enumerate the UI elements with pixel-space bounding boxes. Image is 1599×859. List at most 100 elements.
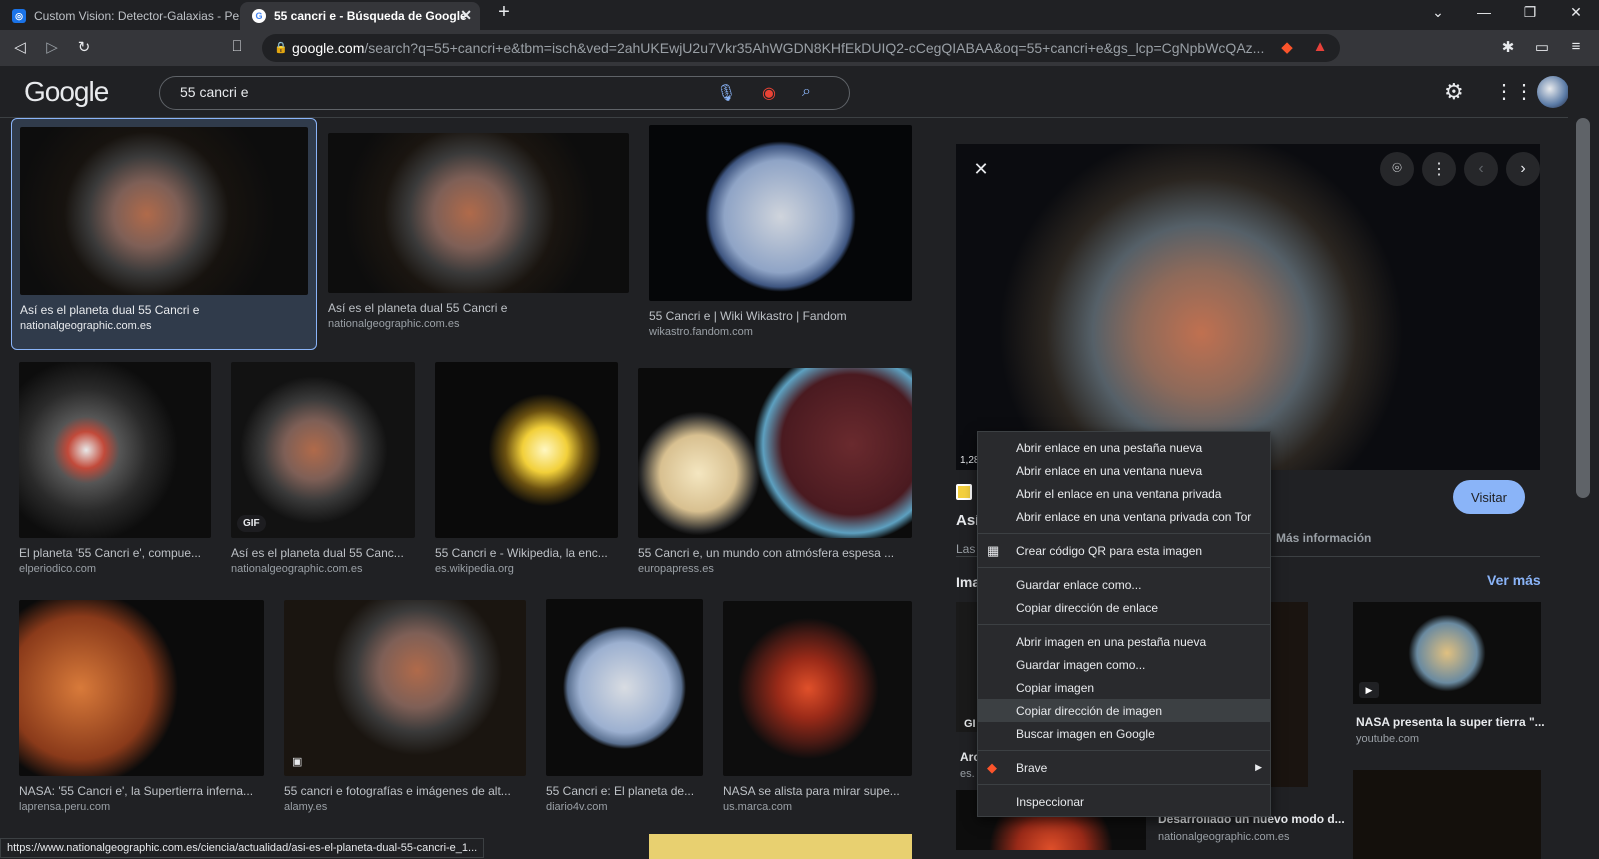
- result-title[interactable]: El planeta '55 Cancri e', compue...: [19, 546, 211, 560]
- menu-inspect[interactable]: Inspeccionar: [978, 790, 1270, 813]
- lens-icon[interactable]: ◉: [762, 83, 776, 103]
- menu-icon[interactable]: ≡: [1566, 38, 1586, 55]
- related-image[interactable]: [1353, 770, 1541, 859]
- menu-open-link-tor-window[interactable]: Abrir enlace en una ventana privada con …: [978, 505, 1270, 528]
- result-card[interactable]: NASA: '55 Cancri e', la Supertierra infe…: [19, 600, 264, 813]
- result-card[interactable]: 55 Cancri e, un mundo con atmósfera espe…: [638, 368, 912, 575]
- maximize-icon[interactable]: ❐: [1518, 4, 1542, 21]
- bookmark-icon[interactable]: ⎕: [227, 38, 247, 55]
- close-tab-icon[interactable]: ✕: [460, 7, 472, 24]
- result-title[interactable]: 55 Cancri e - Wikipedia, la enc...: [435, 546, 618, 560]
- more-info-link[interactable]: Más información: [1276, 531, 1371, 545]
- result-title[interactable]: 55 Cancri e: El planeta de...: [546, 784, 703, 798]
- result-source[interactable]: europapress.es: [638, 563, 912, 575]
- menu-copy-image[interactable]: Copiar imagen: [978, 676, 1270, 699]
- scrollbar-thumb[interactable]: [1576, 118, 1590, 498]
- result-title[interactable]: 55 Cancri e, un mundo con atmósfera espe…: [638, 546, 912, 560]
- settings-icon[interactable]: ⚙: [1444, 79, 1464, 105]
- page-scrollbar[interactable]: [1568, 66, 1599, 859]
- related-title[interactable]: NASA presenta la super tierra "...: [1356, 715, 1545, 729]
- preview-title[interactable]: Así: [956, 512, 979, 529]
- result-card[interactable]: 55 Cancri e: El planeta de... diario4v.c…: [546, 599, 703, 813]
- menu-copy-image-address[interactable]: Copiar dirección de imagen: [978, 699, 1270, 722]
- result-source[interactable]: nationalgeographic.com.es: [328, 318, 629, 330]
- apps-grid-icon[interactable]: ⋮⋮: [1494, 79, 1534, 104]
- result-source[interactable]: es.wikipedia.org: [435, 563, 618, 575]
- preview-image[interactable]: ✕ ⌾ ⋮ ‹ › 1,28: [956, 144, 1540, 470]
- previous-icon[interactable]: ‹: [1464, 152, 1498, 186]
- result-image[interactable]: [638, 368, 912, 538]
- result-source[interactable]: alamy.es: [284, 801, 526, 813]
- result-card[interactable]: Así es el planeta dual 55 Cancri e natio…: [328, 133, 629, 330]
- related-source[interactable]: youtube.com: [1356, 733, 1419, 745]
- see-more-link[interactable]: Ver más: [1487, 572, 1541, 588]
- result-title[interactable]: NASA se alista para mirar supe...: [723, 784, 912, 798]
- result-image[interactable]: [649, 125, 912, 301]
- lens-search-icon[interactable]: ⌾: [1380, 152, 1414, 186]
- result-image[interactable]: [723, 601, 912, 776]
- result-image-partial[interactable]: [649, 834, 912, 859]
- result-card[interactable]: GIF Así es el planeta dual 55 Canc... na…: [231, 362, 415, 575]
- next-icon[interactable]: ›: [1506, 152, 1540, 186]
- related-image[interactable]: [1268, 602, 1308, 787]
- wallet-icon[interactable]: ▭: [1532, 38, 1552, 56]
- new-tab-icon[interactable]: +: [492, 1, 516, 24]
- result-title[interactable]: Así es el planeta dual 55 Cancri e: [328, 301, 629, 315]
- avatar[interactable]: [1537, 76, 1569, 108]
- menu-open-link-new-tab[interactable]: Abrir enlace en una pestaña nueva: [978, 436, 1270, 459]
- result-title[interactable]: Así es el planeta dual 55 Cancri e: [20, 303, 308, 317]
- microphone-icon[interactable]: 🎙: [716, 83, 736, 103]
- result-card[interactable]: NASA se alista para mirar supe... us.mar…: [723, 601, 912, 813]
- related-source[interactable]: es.: [960, 768, 975, 780]
- brave-shield-icon[interactable]: ◆: [1277, 38, 1297, 56]
- menu-create-qr-code[interactable]: ▦ Crear código QR para esta imagen: [978, 539, 1270, 562]
- result-card[interactable]: ▣ 55 cancri e fotografías e imágenes de …: [284, 600, 526, 813]
- result-title[interactable]: 55 Cancri e | Wiki Wikastro | Fandom: [649, 309, 912, 323]
- result-title[interactable]: 55 cancri e fotografías e imágenes de al…: [284, 784, 526, 798]
- result-image[interactable]: [19, 600, 264, 776]
- result-image[interactable]: [20, 127, 308, 295]
- result-image[interactable]: [546, 599, 703, 776]
- result-card[interactable]: Así es el planeta dual 55 Cancri e natio…: [11, 118, 317, 350]
- minimize-icon[interactable]: —: [1472, 4, 1496, 20]
- result-image[interactable]: ▣: [284, 600, 526, 776]
- result-card[interactable]: El planeta '55 Cancri e', compue... elpe…: [19, 362, 211, 575]
- result-source[interactable]: nationalgeographic.com.es: [20, 320, 308, 332]
- window-close-icon[interactable]: ✕: [1564, 4, 1588, 21]
- menu-save-link-as[interactable]: Guardar enlace como...: [978, 573, 1270, 596]
- result-source[interactable]: us.marca.com: [723, 801, 912, 813]
- forward-icon[interactable]: ▷: [42, 38, 62, 56]
- more-options-icon[interactable]: ⋮: [1422, 152, 1456, 186]
- result-title[interactable]: Así es el planeta dual 55 Canc...: [231, 546, 415, 560]
- menu-open-image-new-tab[interactable]: Abrir imagen en una pestaña nueva: [978, 630, 1270, 653]
- search-box[interactable]: 🎙 ◉ ⌕: [159, 76, 850, 110]
- tab-custom-vision[interactable]: ◎ Custom Vision: Detector-Galaxias - Pe: [0, 2, 240, 30]
- result-source[interactable]: elperiodico.com: [19, 563, 211, 575]
- search-icon[interactable]: ⌕: [802, 83, 811, 101]
- google-logo[interactable]: Google: [24, 76, 109, 108]
- brave-rewards-icon[interactable]: ▲: [1310, 38, 1330, 55]
- related-source[interactable]: nationalgeographic.com.es: [1158, 831, 1289, 843]
- close-preview-icon[interactable]: ✕: [964, 152, 998, 186]
- back-icon[interactable]: ◁: [10, 38, 30, 56]
- result-image[interactable]: [19, 362, 211, 538]
- result-card[interactable]: 55 Cancri e | Wiki Wikastro | Fandom wik…: [649, 125, 912, 338]
- result-card[interactable]: 55 Cancri e - Wikipedia, la enc... es.wi…: [435, 362, 618, 575]
- menu-brave-submenu[interactable]: ◆ Brave ▶: [978, 756, 1270, 779]
- search-input[interactable]: [180, 84, 700, 100]
- result-title[interactable]: NASA: '55 Cancri e', la Supertierra infe…: [19, 784, 264, 798]
- menu-open-link-new-window[interactable]: Abrir enlace en una ventana nueva: [978, 459, 1270, 482]
- result-image[interactable]: GIF: [231, 362, 415, 538]
- result-source[interactable]: laprensa.peru.com: [19, 801, 264, 813]
- related-video-thumb[interactable]: ▶: [1353, 602, 1541, 704]
- address-bar[interactable]: 🔒 google.com/search?q=55+cancri+e&tbm=is…: [262, 34, 1340, 62]
- result-image[interactable]: [328, 133, 629, 293]
- result-source[interactable]: nationalgeographic.com.es: [231, 563, 415, 575]
- menu-save-image-as[interactable]: Guardar imagen como...: [978, 653, 1270, 676]
- tab-search-icon[interactable]: ⌄: [1426, 4, 1450, 21]
- result-source[interactable]: wikastro.fandom.com: [649, 326, 912, 338]
- result-source[interactable]: diario4v.com: [546, 801, 703, 813]
- result-image[interactable]: [435, 362, 618, 538]
- menu-search-image-google[interactable]: Buscar imagen en Google: [978, 722, 1270, 745]
- extensions-icon[interactable]: ✱: [1498, 38, 1518, 56]
